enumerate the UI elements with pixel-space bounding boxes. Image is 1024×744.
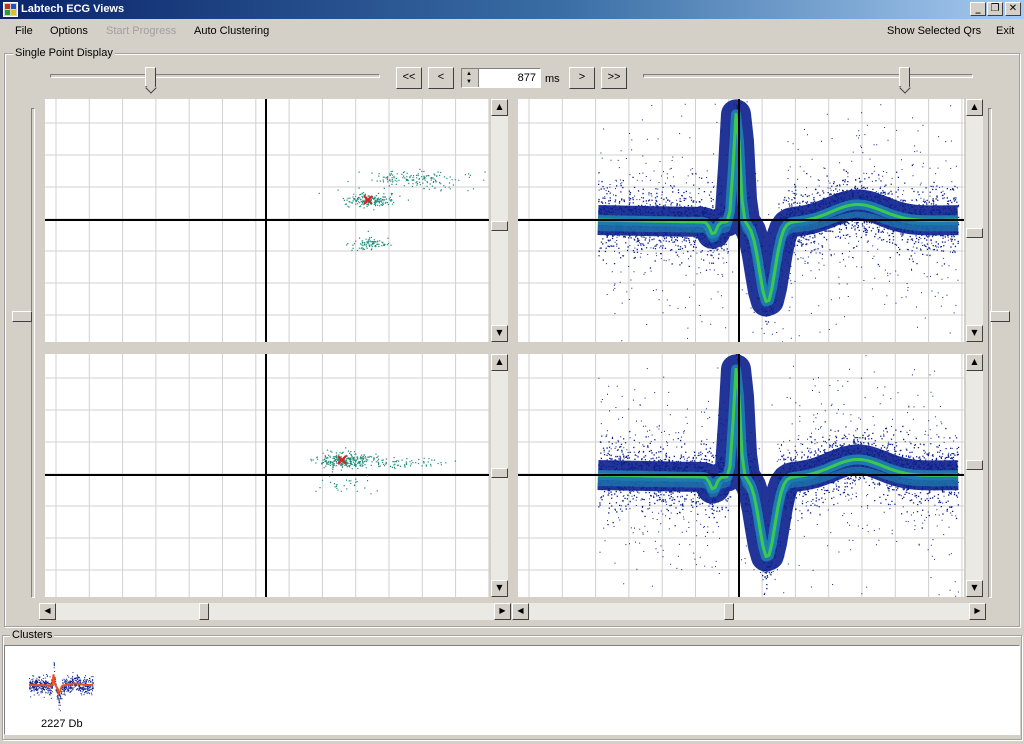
scatter-plot-bottom[interactable] — [45, 354, 490, 597]
spinner-arrows[interactable]: ▲ ▼ — [462, 69, 479, 87]
minimize-icon[interactable]: _ — [970, 2, 986, 16]
menu-exit[interactable]: Exit — [996, 25, 1014, 37]
scroll-down-icon[interactable]: ▼ — [491, 580, 508, 597]
scroll-up-icon[interactable]: ▲ — [491, 99, 508, 116]
menu-bar: File Options Start Progress Auto Cluster… — [0, 19, 1024, 43]
right-slider-track[interactable] — [643, 74, 973, 78]
scatter-plot-top[interactable] — [45, 99, 533, 342]
first-button[interactable]: << — [396, 67, 422, 89]
scroll-right-icon[interactable]: ▶ — [494, 603, 511, 620]
spin-up-icon[interactable]: ▲ — [466, 71, 472, 77]
scroll-up-icon[interactable]: ▲ — [966, 354, 983, 371]
menu-show-selected-qrs[interactable]: Show Selected Qrs — [887, 25, 981, 37]
left-vertical-thumb[interactable] — [12, 311, 32, 322]
cluster-thumbnail[interactable] — [27, 652, 95, 714]
cluster-thumbnail-svg — [29, 662, 94, 712]
scatter-top-vscroll[interactable]: ▲ ▼ — [491, 99, 508, 342]
scroll-up-icon[interactable]: ▲ — [966, 99, 983, 116]
scatter-bottom-svg — [45, 354, 490, 597]
clusters-panel: 2227 Db — [4, 645, 1020, 735]
density-bottom-vscroll[interactable]: ▲ ▼ — [966, 354, 983, 597]
prev-button[interactable]: < — [428, 67, 454, 89]
restore-icon[interactable]: ❐ — [987, 2, 1003, 16]
hscroll-thumb[interactable] — [199, 603, 209, 620]
vscroll-thumb[interactable] — [966, 460, 983, 470]
menu-file[interactable]: File — [15, 25, 33, 37]
menu-auto-clustering[interactable]: Auto Clustering — [194, 25, 269, 37]
hscroll-thumb[interactable] — [724, 603, 734, 620]
density-top-svg — [518, 51, 970, 385]
next-button[interactable]: > — [569, 67, 595, 89]
scatter-bottom-vscroll[interactable]: ▲ ▼ — [491, 354, 508, 597]
scroll-left-icon[interactable]: ◀ — [512, 603, 529, 620]
scroll-down-icon[interactable]: ▼ — [966, 580, 983, 597]
left-vertical-track[interactable] — [31, 108, 35, 598]
right-slider-thumb[interactable] — [899, 67, 910, 87]
right-vertical-track[interactable] — [988, 108, 992, 598]
last-button[interactable]: >> — [601, 67, 627, 89]
menu-options[interactable]: Options — [50, 25, 88, 37]
scroll-up-icon[interactable]: ▲ — [491, 354, 508, 371]
vscroll-thumb[interactable] — [491, 468, 508, 478]
menu-start-progress[interactable]: Start Progress — [106, 25, 176, 37]
scroll-right-icon[interactable]: ▶ — [969, 603, 986, 620]
time-value[interactable]: 877 — [518, 72, 536, 84]
clusters-label: Clusters — [10, 629, 55, 641]
scroll-down-icon[interactable]: ▼ — [491, 325, 508, 342]
title-bar: Labtech ECG Views _ ❐ ✕ — [0, 0, 1024, 19]
right-vertical-thumb[interactable] — [990, 311, 1010, 322]
time-unit: ms — [545, 73, 560, 85]
cluster-label[interactable]: 2227 Db — [41, 718, 83, 730]
density-bottom-svg — [518, 312, 970, 660]
close-icon[interactable]: ✕ — [1005, 2, 1021, 16]
left-slider-track[interactable] — [50, 74, 380, 78]
density-plot-top[interactable] — [518, 51, 970, 385]
right-hscroll[interactable]: ◀ ▶ — [512, 603, 986, 620]
density-plot-bottom[interactable] — [518, 312, 970, 660]
time-spinner[interactable]: ▲ ▼ 877 — [461, 68, 541, 88]
vscroll-thumb[interactable] — [491, 221, 508, 231]
app-icon — [3, 2, 18, 17]
scroll-down-icon[interactable]: ▼ — [966, 325, 983, 342]
window-title: Labtech ECG Views — [21, 3, 125, 15]
density-top-vscroll[interactable]: ▲ ▼ — [966, 99, 983, 342]
spin-down-icon[interactable]: ▼ — [466, 79, 472, 85]
scroll-left-icon[interactable]: ◀ — [39, 603, 56, 620]
left-hscroll[interactable]: ◀ ▶ — [39, 603, 511, 620]
single-point-label: Single Point Display — [13, 47, 115, 59]
scatter-top-svg — [45, 99, 533, 342]
vscroll-thumb[interactable] — [966, 228, 983, 238]
left-slider-thumb[interactable] — [145, 67, 156, 87]
